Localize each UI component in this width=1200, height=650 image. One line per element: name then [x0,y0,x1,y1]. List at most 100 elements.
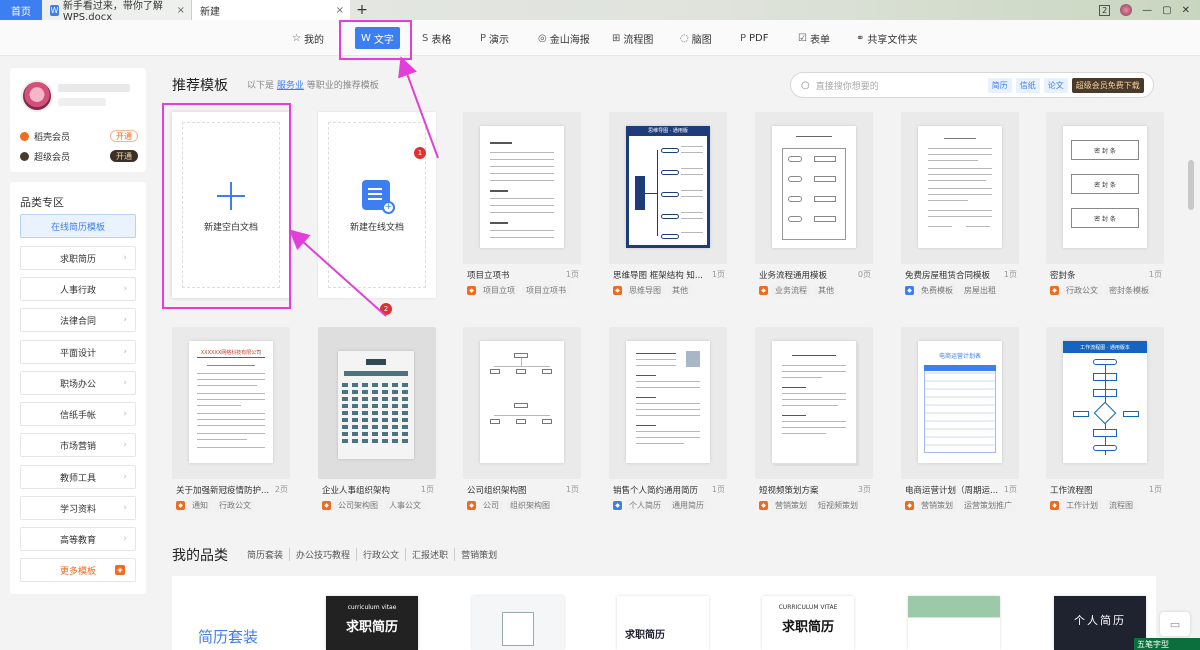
template-card[interactable]: 企业人事组织架构 1页 ◆ 公司架构图 人事公文 [318,327,436,513]
template-tags: ◆ 营销策划 运营策划推广 [905,499,1016,512]
search-tag[interactable]: 简历 [987,77,1012,93]
window-count-badge[interactable]: 2 [1099,4,1111,16]
category-hr-admin[interactable]: 人事行政 › [20,277,136,301]
my-tab[interactable]: 简历套装 [247,548,291,561]
minimize-icon[interactable]: — [1142,5,1152,16]
tag[interactable]: 其他 [814,284,838,297]
tag[interactable]: 运营策划推广 [960,499,1016,512]
close-window-icon[interactable]: ✕ [1182,5,1190,16]
tag[interactable]: 流程图 [1105,499,1137,512]
tag[interactable]: 房屋出租 [960,284,1000,297]
nav-mine[interactable]: ☆ 我的 [286,27,330,49]
category-job-resume[interactable]: 求职简历 › [20,246,136,270]
template-card[interactable]: 业务流程通用模板 0页 ◆ 业务流程 其他 [755,112,873,298]
template-card[interactable]: 工作流程图 · 通用版本 工作流程图 1页 ◆ 工作计划 流程图 [1046,327,1164,513]
search-tag[interactable]: 信纸 [1015,77,1040,93]
template-card[interactable]: 免费房屋租赁合同模板 1页 ◆ 免费模板 房屋出租 [901,112,1019,298]
tag[interactable]: 密封条模板 [1105,284,1153,297]
nav-mindmap[interactable]: ◌ 脑图 [674,27,718,49]
tag[interactable]: 行政公文 [215,499,255,512]
vertical-scrollbar[interactable] [1188,160,1194,210]
tag[interactable]: 通用简历 [668,499,708,512]
tag[interactable]: 其他 [668,284,692,297]
nav-form[interactable]: ☑ 表单 [792,27,836,49]
nav-presentation[interactable]: P 演示 [474,27,515,49]
close-tab-icon[interactable]: × [177,5,185,16]
daoke-open-button[interactable]: 开通 [110,130,138,142]
tag[interactable]: 思维导图 [625,284,665,297]
tag[interactable]: 营销策划 [771,499,811,512]
category-online-resume[interactable]: 在线简历模板 [20,214,136,238]
category-label: 职场办公 [59,379,96,390]
category-study-material[interactable]: 学习资料 › [20,496,136,520]
member-row-super: 超级会员 开通 [20,148,138,164]
tag[interactable]: 项目立项书 [522,284,570,297]
nav-spreadsheet[interactable]: S 表格 [416,27,457,49]
tag[interactable]: 业务流程 [771,284,811,297]
tag[interactable]: 通知 [188,499,212,512]
nav-flowchart[interactable]: ⊞ 流程图 [606,27,659,49]
super-open-button[interactable]: 开通 [110,150,138,162]
my-tab[interactable]: 行政公文 [357,548,407,561]
tag[interactable]: 免费模板 [917,284,957,297]
close-tab-icon[interactable]: × [336,5,344,16]
tab-new[interactable]: 新建 × [192,0,350,20]
category-letter-paper[interactable]: 信纸手帐 › [20,402,136,426]
resume-thumbnail[interactable]: CURRICULUM VITAE 求职简历 [762,596,854,650]
search-tag[interactable]: 论文 [1043,77,1068,93]
search-input[interactable]: 直接搜你想要的 [816,79,988,92]
category-label: 法律合同 [59,316,96,327]
category-teacher-tools[interactable]: 教师工具 › [20,465,136,489]
tag[interactable]: 公司架构图 [334,499,382,512]
category-legal-contract[interactable]: 法律合同 › [20,308,136,332]
doc-preview: 密 封 条 密 封 条 密 封 条 [1063,126,1147,248]
vip-download-button[interactable]: 超级会员免费下载 [1071,77,1144,93]
template-thumbnail: 思维导图 · 通用版 [609,112,727,264]
template-card[interactable]: 销售个人简约通用简历 1页 ◆ 个人简历 通用简历 [609,327,727,513]
tag[interactable]: 营销策划 [917,499,957,512]
nav-pdf[interactable]: P PDF [734,27,775,49]
avatar[interactable] [21,80,53,112]
template-search[interactable]: ○ 直接搜你想要的 简历 信纸 论文 超级会员免费下载 [790,72,1154,98]
template-card[interactable]: 公司组织架构图 1页 ◆ 公司 组织架构图 [463,327,581,513]
user-avatar-small[interactable] [1120,4,1133,16]
tab-document[interactable]: W 新手看过来，带你了解WPS.docx × [42,0,192,23]
new-online-document-card[interactable]: + 新建在线文档 [318,112,436,298]
tag[interactable]: 组织架构图 [506,499,554,512]
category-marketing[interactable]: 市场营销 › [20,433,136,457]
tag[interactable]: 工作计划 [1062,499,1102,512]
tag[interactable]: 公司 [479,499,503,512]
category-higher-edu[interactable]: 高等教育 › [20,527,136,551]
tag[interactable]: 个人简历 [625,499,665,512]
template-card[interactable]: XXXXXX网络科技有限公司 关于加强新冠疫情防护... 2页 ◆ 通知 行政公文 [172,327,290,513]
template-card[interactable]: 项目立项书 1页 ◆ 项目立项 项目立项书 [463,112,581,298]
resume-suite-label[interactable]: 简历套装 [198,626,258,647]
profession-link[interactable]: 服务业 [277,81,304,91]
category-office[interactable]: 职场办公 › [20,371,136,395]
tag[interactable]: 短视频策划 [814,499,862,512]
maximize-icon[interactable]: ▢ [1162,5,1171,16]
resume-thumbnail[interactable]: curriculum vitae 求职简历 [326,596,418,650]
resume-thumbnail[interactable] [908,596,1000,650]
template-card[interactable]: 电商运营计划表 电商运营计划（周期运... 1页 ◆ 营销策划 运营策划推广 [901,327,1019,513]
feedback-chat-icon[interactable]: ▭ [1160,612,1190,636]
my-tab[interactable]: 营销策划 [455,548,503,561]
template-card[interactable]: 密 封 条 密 封 条 密 封 条 密封条 1页 ◆ 行政公文 密封条模板 [1046,112,1164,298]
my-tab[interactable]: 汇报述职 [406,548,456,561]
category-graphic-design[interactable]: 平面设计 › [20,340,136,364]
resume-thumbnail[interactable] [472,596,564,650]
resume-thumbnail[interactable]: 求职简历 [617,596,709,650]
category-more[interactable]: 更多模板 ◈ [20,558,136,582]
nav-shared-folder[interactable]: ⚭ 共享文件夹 [850,27,923,49]
tag[interactable]: 项目立项 [479,284,519,297]
tag[interactable]: 行政公文 [1062,284,1102,297]
template-card[interactable]: 思维导图 · 通用版 思维导图 框架结构 知... 1页 ◆ 思维导图 其他 [609,112,727,298]
template-card[interactable]: 短视频策划方案 3页 ◆ 营销策划 短视频策划 [755,327,873,513]
new-tab-plus-icon[interactable]: + [350,0,374,20]
resume-thumbnail[interactable]: 个人简历 [1054,596,1146,650]
tab-home[interactable]: 首页 [0,0,42,20]
ime-indicator[interactable]: 五笔字型 [1134,638,1200,650]
tag[interactable]: 人事公文 [385,499,425,512]
my-tab[interactable]: 办公技巧教程 [290,548,358,561]
nav-poster[interactable]: ◎ 金山海报 [532,27,596,49]
